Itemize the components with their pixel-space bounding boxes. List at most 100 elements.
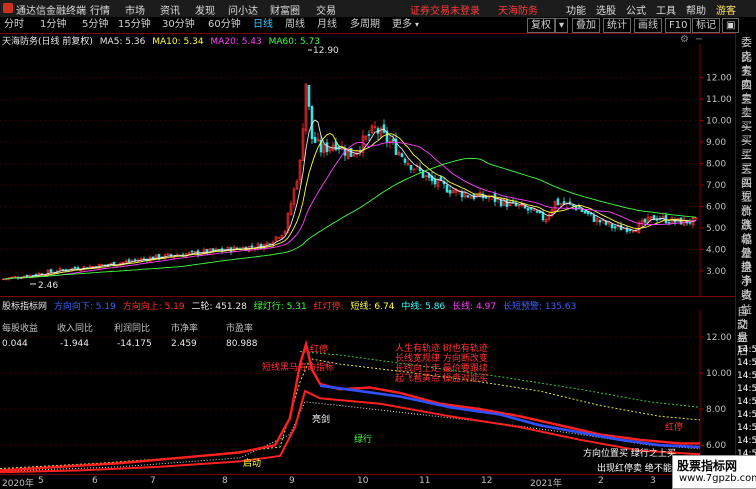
fuquan-button[interactable]: 复权 <box>527 18 555 33</box>
main-grid <box>0 44 701 296</box>
menu-news[interactable]: 资讯 <box>160 2 180 17</box>
panel-divider <box>0 296 735 297</box>
candle-body <box>667 222 671 224</box>
period-monthly[interactable]: 月线 <box>315 18 339 32</box>
y-tick-label: 12.00 <box>706 333 732 343</box>
y-tick-label: 7.00 <box>706 181 726 191</box>
candle-body <box>610 223 614 229</box>
f10-button[interactable]: F10 <box>665 18 692 33</box>
candle-body <box>73 266 77 269</box>
candle-body <box>307 84 311 107</box>
y-tick-label: 12.00 <box>706 74 732 84</box>
date-label: 8 <box>222 476 228 486</box>
tip-1: 方向位置买 绿行之上买 <box>583 449 676 459</box>
candle-body <box>382 124 386 133</box>
menu-tools[interactable]: 工具 <box>656 2 676 17</box>
chevron-down-icon[interactable]: ▾ <box>555 18 569 33</box>
watermark-title: 股票指标网 <box>677 459 738 473</box>
date-label: 5 <box>38 476 44 486</box>
y-tick-label: 3.00 <box>706 267 726 277</box>
date-label: 7 <box>150 476 156 486</box>
login-warning[interactable]: 证券交易未登录 <box>410 2 480 17</box>
candle-body <box>562 201 566 205</box>
stock-name-title: 天海防务 <box>498 6 538 17</box>
candle-body <box>409 165 413 170</box>
draw-line-button[interactable]: 画线 <box>634 18 662 33</box>
menu-function[interactable]: 功能 <box>566 2 586 17</box>
tick-time: 14:50 <box>737 436 756 446</box>
tick-time: 14:50 <box>737 358 756 368</box>
candle-body <box>628 229 632 232</box>
y-tick-label: 8.00 <box>706 160 726 170</box>
candle-body <box>556 198 560 206</box>
date-label: 11 <box>419 476 431 486</box>
candle-body <box>613 226 617 229</box>
y-axis-ticks: 12.00 11.00 10.00 9.00 8.00 7.00 6.00 5.00 4.00 3… <box>700 74 732 277</box>
candle-body <box>592 214 596 222</box>
date-label: 12 <box>481 476 493 486</box>
period-weekly[interactable]: 周线 <box>283 18 307 32</box>
title-bar: 通达信金融终端 行情 市场 资讯 发现 问小达 财富圈 交易 证券交易未登录 天… <box>0 0 756 18</box>
mark-button[interactable]: 标记 <box>692 18 720 33</box>
tick-time: 14:50 <box>737 371 756 381</box>
candles <box>1 83 698 281</box>
candle-body <box>598 219 602 223</box>
tick-time: 14:50 <box>737 397 756 407</box>
menu-formula[interactable]: 公式 <box>626 2 646 17</box>
period-timeshare[interactable]: 分时 <box>2 18 26 32</box>
candle-body <box>250 245 254 248</box>
candle-body <box>535 210 539 213</box>
menu-help[interactable]: 帮助 <box>686 2 706 17</box>
period-daily[interactable]: 日线 <box>251 18 275 32</box>
more-chevron-icon[interactable]: ▾ <box>413 18 421 32</box>
menu-market[interactable]: 市场 <box>125 2 145 17</box>
date-label: 2021年 <box>530 479 562 489</box>
y-tick-label: 10.00 <box>706 117 732 127</box>
menu-wealth[interactable]: 财富圈 <box>270 2 300 17</box>
high-price-label: 12.90 <box>313 46 339 56</box>
low-price-label: 2.46 <box>38 281 58 291</box>
menu-hangqing[interactable]: 行情 <box>90 2 110 17</box>
quote-sidebar: 委比 卖五 卖四 卖三 卖二 卖一 买一 买二 买三 买四 买五 现价 涨跌 涨幅 总量 外盘 换手 净资 收益 自动… <box>735 33 756 487</box>
period-multi[interactable]: 多周期 <box>348 18 382 32</box>
overlay-button[interactable]: 叠加 <box>572 18 600 33</box>
date-label: 6 <box>92 476 98 486</box>
candle-body <box>391 139 395 142</box>
tick-time: 14:50 <box>737 384 756 394</box>
main-kline-chart[interactable]: 12.00 11.00 10.00 9.00 8.00 7.00 6.00 5.00 4.00 3… <box>0 44 735 296</box>
ma-line <box>2 141 697 280</box>
period-1min[interactable]: 1分钟 <box>38 18 68 32</box>
menu-discover[interactable]: 发现 <box>195 2 215 17</box>
guest-label[interactable]: 游客 <box>716 2 736 17</box>
note-4: 起飞看黄点 操盘对能买 <box>395 374 488 384</box>
y-tick-label: 6.00 <box>706 441 726 451</box>
direction-down-line <box>319 384 701 449</box>
candle-body <box>448 190 452 194</box>
date-label: 2020年 <box>2 479 34 489</box>
stats-button[interactable]: 统计 <box>603 18 631 33</box>
fullscreen-icon[interactable]: ▣ <box>722 18 740 33</box>
candle-body <box>619 224 623 231</box>
candle-body <box>445 184 449 193</box>
date-label: 2 <box>598 476 604 486</box>
period-30min[interactable]: 30分钟 <box>160 18 197 32</box>
date-label: 3 <box>650 476 656 486</box>
candle-body <box>574 206 578 210</box>
period-5min[interactable]: 5分钟 <box>80 18 110 32</box>
period-60min[interactable]: 60分钟 <box>206 18 243 32</box>
ma-line <box>2 157 697 280</box>
candle-body <box>133 259 137 261</box>
menu-select[interactable]: 选股 <box>596 2 616 17</box>
period-more[interactable]: 更多 <box>390 18 414 32</box>
menu-trade[interactable]: 交易 <box>316 2 336 17</box>
y-tick-label: 10.00 <box>706 369 732 379</box>
mark-launch: 启动 <box>243 459 262 469</box>
candle-body <box>571 204 575 207</box>
candle-body <box>313 136 317 143</box>
candle-body <box>403 158 407 163</box>
menu-ask[interactable]: 问小达 <box>228 2 258 17</box>
period-15min[interactable]: 15分钟 <box>116 18 153 32</box>
date-axis: 2020年 5 6 7 8 9 10 11 12 2021年 2 3 <box>0 474 735 489</box>
candle-body <box>400 153 404 158</box>
ma-line <box>2 119 697 280</box>
